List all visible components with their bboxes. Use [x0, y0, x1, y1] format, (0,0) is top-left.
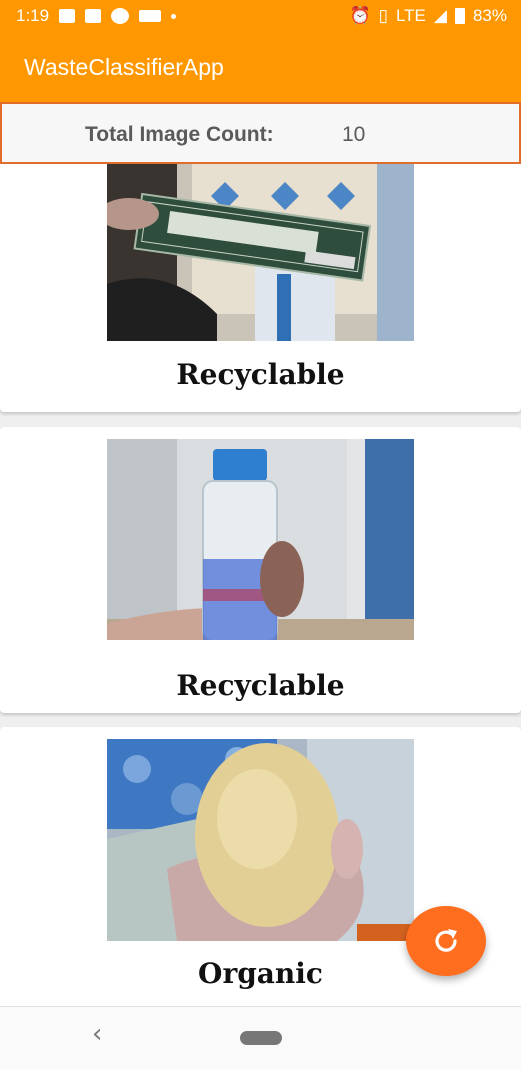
system-navigation-bar: ‹ — [0, 1006, 521, 1069]
image-count-value: 10 — [342, 123, 366, 146]
water-bottle-photo — [107, 439, 414, 640]
back-icon[interactable]: ‹ — [92, 1019, 102, 1049]
more-notifications-icon — [171, 13, 177, 19]
status-time: 1:19 — [16, 6, 50, 25]
network-label: LTE — [395, 6, 426, 25]
app-bar: WasteClassifierApp — [0, 32, 521, 102]
app-notification-icon — [139, 10, 162, 22]
battery-percent: 83% — [472, 6, 507, 25]
potato-photo — [107, 739, 414, 941]
alarm-icon: ⏰ — [349, 6, 371, 25]
image-notification-icon — [59, 9, 76, 23]
image-count-bar: Total Image Count: 10 — [0, 102, 521, 164]
vibrate-icon: ▯ — [378, 6, 388, 25]
classification-card[interactable]: Recyclable — [0, 427, 521, 713]
boroline-tube-photo — [107, 164, 414, 341]
classification-list[interactable]: Recyclable Recyclable Organic — [0, 164, 521, 1006]
classification-label: Recyclable — [176, 669, 345, 702]
classification-label: Recyclable — [176, 358, 345, 391]
refresh-button[interactable] — [406, 906, 486, 976]
classification-card[interactable]: Recyclable — [0, 164, 521, 412]
status-bar: 1:19 ⏰ ▯ LTE ◢ 83% — [0, 0, 521, 32]
battery-icon — [454, 8, 465, 24]
signal-icon: ◢ — [433, 6, 447, 25]
refresh-icon — [435, 929, 457, 952]
image-count-label: Total Image Count: — [85, 123, 274, 146]
message-notification-icon — [111, 8, 130, 24]
news-notification-icon — [85, 9, 102, 23]
app-title: WasteClassifierApp — [24, 54, 224, 80]
home-pill-icon[interactable] — [240, 1031, 282, 1045]
